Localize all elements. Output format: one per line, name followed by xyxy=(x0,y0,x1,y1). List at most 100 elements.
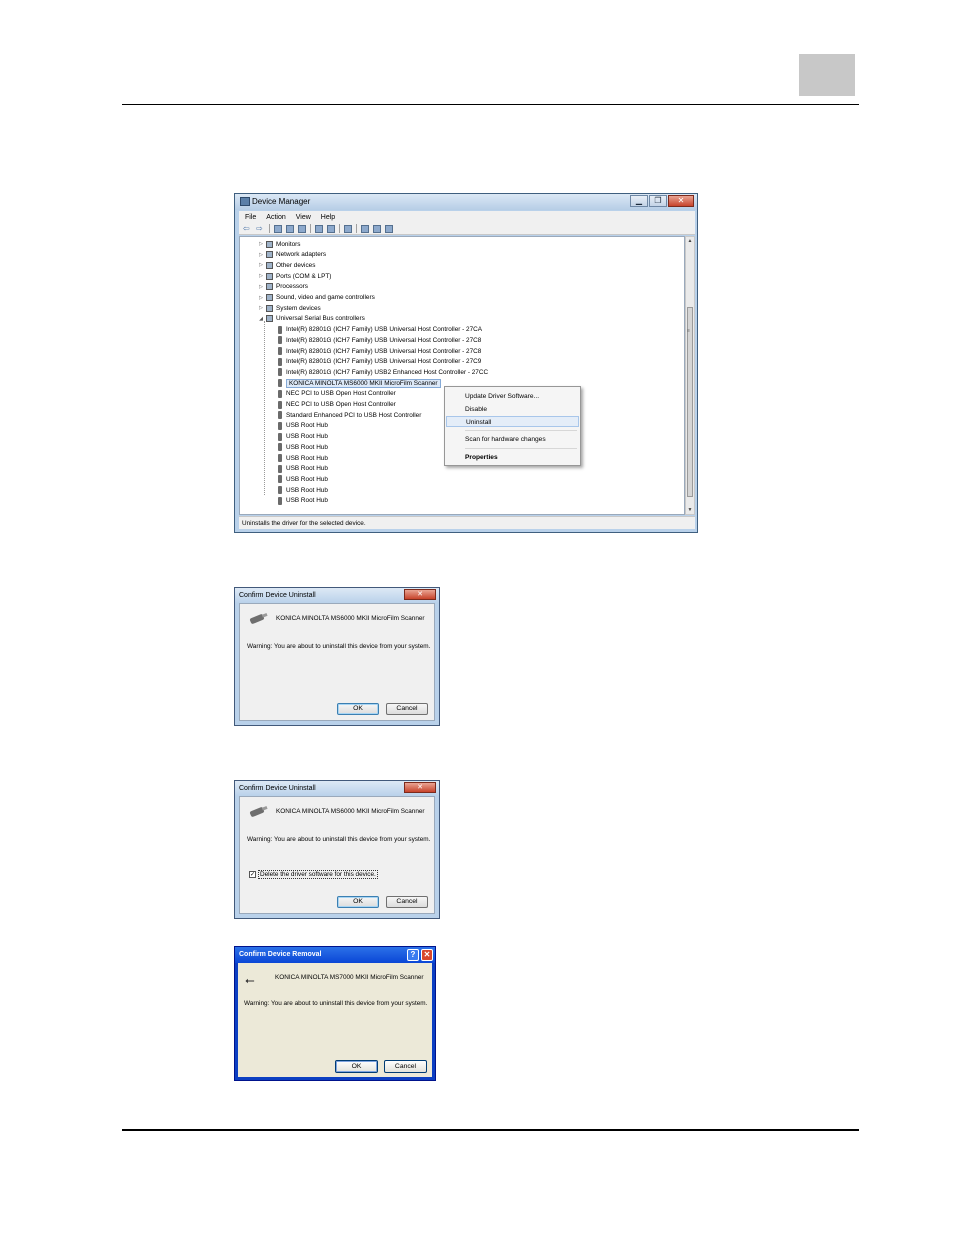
cancel-button[interactable]: Cancel xyxy=(384,1060,427,1073)
menu-help[interactable]: Help xyxy=(321,214,335,221)
dialog-title: Confirm Device Removal xyxy=(235,947,435,963)
expander-icon[interactable]: ▷ xyxy=(258,241,264,247)
dialog-close-button[interactable]: ✕ xyxy=(404,782,436,793)
header-rule xyxy=(122,104,859,105)
expander-icon[interactable]: ▷ xyxy=(258,273,264,279)
help-button[interactable]: ? xyxy=(407,949,419,961)
tree-label: Intel(R) 82801G (ICH7 Family) USB Univer… xyxy=(286,326,483,334)
expander-icon[interactable]: ▷ xyxy=(258,305,264,311)
close-button[interactable]: ✕ xyxy=(668,195,694,207)
tree-device[interactable]: NEC PCI to USB Open Host Controller xyxy=(276,400,396,410)
help-icon[interactable] xyxy=(315,224,323,233)
tree-label: USB Root Hub xyxy=(286,422,328,430)
category-icon xyxy=(266,315,273,323)
expander-icon[interactable]: ▷ xyxy=(258,252,264,258)
tree-category[interactable]: ▷ Sound, video and game controllers xyxy=(258,293,375,303)
ok-button[interactable]: OK xyxy=(335,1060,378,1073)
tree-device[interactable]: USB Root Hub xyxy=(276,432,328,442)
tree-category[interactable]: ▷ System devices xyxy=(258,303,321,313)
tree-device[interactable]: Intel(R) 82801G (ICH7 Family) USB Univer… xyxy=(276,357,481,367)
grid-view-icon[interactable] xyxy=(327,224,335,233)
menu-item-properties[interactable]: Properties xyxy=(446,452,579,463)
tree-label: USB Root Hub xyxy=(286,433,328,441)
delete-driver-label[interactable]: Delete the driver software for this devi… xyxy=(258,870,378,879)
update-driver-icon[interactable] xyxy=(361,224,369,233)
category-icon xyxy=(266,240,273,248)
tree-device[interactable]: NEC PCI to USB Open Host Controller xyxy=(276,389,396,399)
device-tree[interactable]: ▷ Monitors ▷ Network adapters ▷ Other devices… xyxy=(239,236,685,515)
tree-label: Sound, video and game controllers xyxy=(276,294,375,301)
uninstall-icon[interactable] xyxy=(373,224,381,233)
scan-hardware-icon[interactable] xyxy=(344,224,352,233)
menu-item-update-driver[interactable]: Update Driver Software... xyxy=(446,391,579,402)
properties-icon[interactable] xyxy=(286,224,294,233)
dialog-body: ⭠ KONICA MINOLTA MS7000 MKII MicroFilm S… xyxy=(238,963,432,1077)
tree-category[interactable]: ▷ Monitors xyxy=(258,239,301,249)
delete-driver-checkbox-row[interactable]: ✓ Delete the driver software for this de… xyxy=(249,870,378,879)
scroll-up-arrow-icon[interactable]: ▲ xyxy=(686,237,694,245)
expander-icon[interactable]: ▷ xyxy=(258,295,264,301)
window-title: Device Manager xyxy=(252,197,311,206)
menu-action[interactable]: Action xyxy=(266,214,285,221)
scroll-down-arrow-icon[interactable]: ▼ xyxy=(686,506,694,514)
tree-category[interactable]: ◢ Universal Serial Bus controllers xyxy=(258,314,365,324)
tree-category[interactable]: ▷ Processors xyxy=(258,282,308,292)
expander-icon[interactable]: ▷ xyxy=(258,284,264,290)
delete-driver-checkbox[interactable]: ✓ xyxy=(249,871,256,878)
ok-button[interactable]: OK xyxy=(337,703,379,715)
menu-item-disable[interactable]: Disable xyxy=(446,404,579,415)
usb-device-icon xyxy=(278,400,282,409)
show-hide-console-tree-icon[interactable] xyxy=(274,224,282,233)
scroll-thumb[interactable] xyxy=(687,307,693,497)
tree-device[interactable]: USB Root Hub xyxy=(276,464,328,474)
dialog-close-button[interactable]: ✕ xyxy=(421,949,433,961)
tree-device[interactable]: Intel(R) 82801G (ICH7 Family) USB Univer… xyxy=(276,346,481,356)
tree-device[interactable]: KONICA MINOLTA MS6000 MKII MicroFilm Sca… xyxy=(276,378,441,388)
tree-label: USB Root Hub xyxy=(286,486,328,494)
tree-category[interactable]: ▷ Network adapters xyxy=(258,250,326,260)
back-arrow-icon[interactable]: ⇦ xyxy=(243,224,252,233)
usb-icon: ⭠ xyxy=(245,973,255,987)
forward-arrow-icon[interactable]: ⇨ xyxy=(256,224,265,233)
tree-device[interactable]: USB Root Hub xyxy=(276,442,328,452)
title-bar[interactable]: Device Manager ▁ ❐ ✕ xyxy=(235,194,697,210)
tree-device[interactable]: USB Root Hub xyxy=(276,453,328,463)
menu-item-scan-hardware[interactable]: Scan for hardware changes xyxy=(446,434,579,445)
expander-icon[interactable]: ◢ xyxy=(258,316,264,322)
ok-button[interactable]: OK xyxy=(337,896,379,908)
tree-device[interactable]: Intel(R) 82801G (ICH7 Family) USB Univer… xyxy=(276,325,482,335)
tree-device[interactable]: USB Root Hub xyxy=(276,474,328,484)
tree-label: NEC PCI to USB Open Host Controller xyxy=(286,390,396,398)
menu-file[interactable]: File xyxy=(245,214,256,221)
menu-view[interactable]: View xyxy=(296,214,311,221)
warning-text: Warning: You are about to uninstall this… xyxy=(247,836,431,843)
tree-device[interactable]: Intel(R) 82801G (ICH7 Family) USB2 Enhan… xyxy=(276,367,488,377)
tree-device[interactable]: USB Root Hub xyxy=(276,496,328,506)
menu-item-uninstall[interactable]: Uninstall xyxy=(446,416,579,427)
device-name: KONICA MINOLTA MS6000 MKII MicroFilm Sca… xyxy=(276,808,425,815)
tree-label: Intel(R) 82801G (ICH7 Family) USB2 Enhan… xyxy=(286,368,489,376)
tree-device[interactable]: USB Root Hub xyxy=(276,421,328,431)
disable-icon[interactable] xyxy=(385,224,393,233)
vertical-scrollbar[interactable]: ▲ ≡ ▼ xyxy=(685,236,695,515)
list-view-icon[interactable] xyxy=(298,224,306,233)
tree-device[interactable]: Standard Enhanced PCI to USB Host Contro… xyxy=(276,410,421,420)
tree-category[interactable]: ▷ Ports (COM & LPT) xyxy=(258,271,331,281)
category-icon xyxy=(266,261,273,269)
expander-icon[interactable]: ▷ xyxy=(258,262,264,268)
tree-label: Processors xyxy=(276,283,308,291)
dialog-close-button[interactable]: ✕ xyxy=(404,589,436,600)
tree-category[interactable]: ▷ Other devices xyxy=(258,260,315,270)
category-icon xyxy=(266,283,273,291)
warning-text: Warning: You are about to uninstall this… xyxy=(247,643,431,650)
usb-device-icon xyxy=(278,336,282,345)
window-controls: ▁ ❐ ✕ xyxy=(630,195,694,207)
cancel-button[interactable]: Cancel xyxy=(386,703,428,715)
tree-device[interactable]: Intel(R) 82801G (ICH7 Family) USB Univer… xyxy=(276,335,481,345)
tree-device[interactable]: USB Root Hub xyxy=(276,485,328,495)
maximize-button[interactable]: ❐ xyxy=(649,195,667,207)
confirm-removal-dialog: Confirm Device Removal ? ✕ ⭠ KONICA MINO… xyxy=(234,946,436,1081)
device-name: KONICA MINOLTA MS6000 MKII MicroFilm Sca… xyxy=(276,615,425,622)
minimize-button[interactable]: ▁ xyxy=(630,195,648,207)
cancel-button[interactable]: Cancel xyxy=(386,896,428,908)
